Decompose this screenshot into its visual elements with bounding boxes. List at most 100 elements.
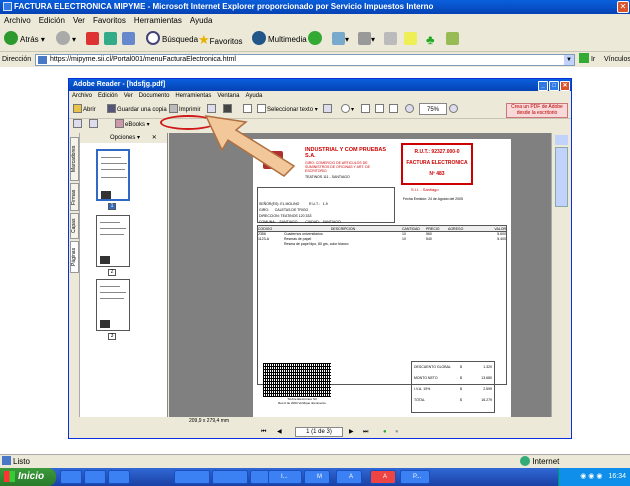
- mail-button[interactable]: ▾: [332, 31, 349, 49]
- minimize-button[interactable]: _: [538, 81, 548, 91]
- reader-menu-ventana[interactable]: Ventana: [217, 93, 239, 99]
- navigation-bar: ⏮ ◀ 1 (1 de 3) ▶ ⏭ ● ●: [169, 426, 571, 438]
- page-number-field[interactable]: 1 (1 de 3): [295, 427, 343, 437]
- menu-herramientas[interactable]: Herramientas: [134, 16, 182, 25]
- quicklaunch-desktop[interactable]: [84, 470, 106, 484]
- panel-options[interactable]: Opciones ▾ ✕: [80, 133, 167, 143]
- open-button[interactable]: Abrir: [73, 104, 96, 116]
- messenger-icon: [404, 32, 417, 45]
- reader-toolbar: Abrir Guardar una copia Imprimir Selecci…: [69, 101, 571, 119]
- thumbnail-page-1[interactable]: [96, 149, 130, 201]
- system-tray: ◉ ◉ ◉ 16:34: [558, 468, 630, 486]
- table-row: Resma de papel tipo, 80 grs, color blanc…: [284, 242, 349, 246]
- plus-icon: [449, 104, 458, 113]
- zoom-in-button[interactable]: [449, 104, 459, 116]
- electronic-stamp-barcode: [263, 363, 331, 397]
- favorites-button[interactable]: ★Favoritos: [198, 31, 243, 49]
- menu-ver[interactable]: Ver: [73, 16, 85, 25]
- thumbnail-label-2: 2: [108, 269, 116, 276]
- quicklaunch-ie[interactable]: [60, 470, 82, 484]
- back-button[interactable]: Atrás ▾: [4, 31, 45, 49]
- snapshot-button[interactable]: [323, 104, 333, 116]
- next-page-button[interactable]: ▶: [349, 426, 354, 438]
- fit-width-button[interactable]: [389, 104, 399, 116]
- history-button[interactable]: [308, 31, 324, 49]
- last-page-button[interactable]: ⏭: [363, 426, 368, 438]
- globe-icon: [520, 456, 530, 466]
- start-button[interactable]: Inicio: [0, 468, 56, 486]
- task-button-1[interactable]: [174, 470, 210, 484]
- tab-firmas[interactable]: Firmas: [70, 183, 79, 211]
- clock: 16:34: [608, 473, 626, 480]
- go-forward-view-button[interactable]: ●: [395, 426, 399, 438]
- multimedia-button[interactable]: Multimedia: [252, 31, 307, 49]
- create-pdf-banner[interactable]: Crea un PDF de Adobe desde la escritorio: [506, 103, 568, 118]
- extension-button[interactable]: [446, 31, 459, 49]
- print-page-button[interactable]: ▾: [358, 31, 375, 49]
- home-button[interactable]: [122, 31, 135, 49]
- thumbnails-panel: Opciones ▾ ✕ 1 2 3: [80, 133, 168, 417]
- thumbnail-page-3[interactable]: [96, 279, 130, 331]
- prev-page-button[interactable]: ◀: [277, 426, 282, 438]
- page-size-bar: 209,9 x 279,4 mm: [169, 417, 571, 426]
- task-button-a2[interactable]: A: [370, 470, 396, 484]
- close-window-button[interactable]: ✕: [617, 1, 629, 13]
- scroll-thumb[interactable]: [555, 147, 568, 207]
- tab-capas[interactable]: Capas: [70, 213, 79, 239]
- edit-button[interactable]: [384, 31, 397, 49]
- vertical-scrollbar[interactable]: [551, 133, 571, 417]
- panel-close-icon[interactable]: ✕: [152, 135, 157, 141]
- reader-menu-ayuda[interactable]: Ayuda: [245, 93, 262, 99]
- ebooks-button[interactable]: eBooks ▾: [115, 119, 150, 131]
- rotate-button[interactable]: [89, 119, 99, 131]
- stop-button[interactable]: [86, 31, 99, 49]
- links-label[interactable]: Vínculos: [604, 53, 630, 66]
- menu-archivo[interactable]: Archivo: [4, 16, 31, 25]
- reader-menu-herramientas[interactable]: Herramientas: [175, 93, 211, 99]
- pages-panel-button[interactable]: [73, 119, 83, 131]
- clover-button[interactable]: ♣: [426, 31, 435, 49]
- address-dropdown[interactable]: ▼: [564, 55, 574, 65]
- task-button-m[interactable]: M: [304, 470, 330, 484]
- messenger-button[interactable]: [404, 31, 417, 49]
- page-icon: [73, 119, 82, 128]
- task-button-a1[interactable]: A: [336, 470, 362, 484]
- actual-size-button[interactable]: [361, 104, 371, 116]
- forward-button[interactable]: ▾: [56, 31, 76, 49]
- tab-paginas[interactable]: Páginas: [70, 241, 79, 273]
- search-button[interactable]: Búsqueda: [146, 31, 198, 49]
- first-page-button[interactable]: ⏮: [261, 426, 266, 438]
- status-bar: Listo Internet: [0, 454, 630, 468]
- go-back-view-button[interactable]: ●: [383, 426, 387, 438]
- task-button-p[interactable]: P...: [400, 470, 430, 484]
- reader-menu-ver[interactable]: Ver: [124, 93, 133, 99]
- menu-edicion[interactable]: Edición: [39, 16, 65, 25]
- reader-menu-documento[interactable]: Documento: [139, 93, 170, 99]
- task-button-i[interactable]: I...: [268, 470, 302, 484]
- address-input[interactable]: https://mipyme.sii.cl/Portal001/menuFact…: [35, 54, 575, 66]
- back-arrow-icon: [4, 31, 18, 45]
- menu-favoritos[interactable]: Favoritos: [93, 16, 126, 25]
- tab-marcadores[interactable]: Marcadores: [70, 137, 79, 181]
- go-button[interactable]: Ir: [579, 53, 595, 66]
- window-title: FACTURA ELECTRONICA MIPYME - Microsoft I…: [14, 2, 434, 11]
- fit-width-icon: [389, 104, 398, 113]
- scroll-up-icon[interactable]: [555, 135, 568, 145]
- zoom-tool-button[interactable]: ▾: [341, 104, 354, 116]
- refresh-button[interactable]: [104, 31, 117, 49]
- reader-menu-archivo[interactable]: Archivo: [72, 93, 92, 99]
- sii-office: S.I.I. - Santiago: [411, 187, 439, 192]
- quicklaunch-media[interactable]: [108, 470, 130, 484]
- maximize-button[interactable]: □: [549, 81, 559, 91]
- zoom-field[interactable]: 75%: [419, 103, 447, 115]
- reader-menu-edicion[interactable]: Edición: [98, 93, 118, 99]
- task-button-2[interactable]: [212, 470, 248, 484]
- menu-ayuda[interactable]: Ayuda: [190, 16, 213, 25]
- total-row: TOTAL $16.279: [414, 398, 492, 402]
- reader-close-button[interactable]: ✕: [560, 81, 570, 91]
- reader-title-bar: Adobe Reader - [hdsfjg.pdf] _ □ ✕: [69, 79, 571, 91]
- fit-page-button[interactable]: [375, 104, 385, 116]
- zoom-out-button[interactable]: [405, 104, 415, 116]
- save-copy-button[interactable]: Guardar una copia: [107, 104, 167, 116]
- thumbnail-page-2[interactable]: [96, 215, 130, 267]
